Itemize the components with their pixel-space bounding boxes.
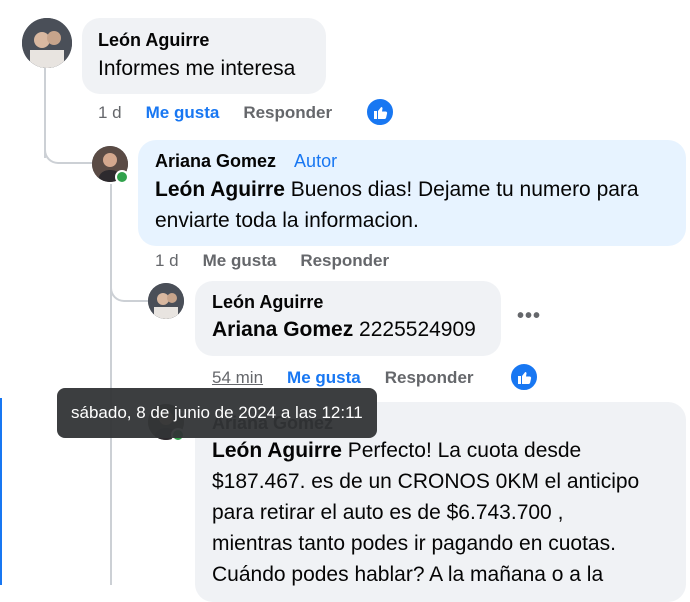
comment-text: Informes me interesa: [98, 57, 296, 80]
online-status-icon: [115, 170, 129, 184]
comment-author[interactable]: León Aguirre: [212, 292, 484, 313]
comment-timestamp[interactable]: 1 d: [155, 251, 179, 271]
avatar[interactable]: [148, 283, 184, 319]
comment-actions: 54 min Me gusta Responder: [212, 367, 474, 389]
timestamp-tooltip: sábado, 8 de junio de 2024 a las 12:11: [57, 388, 377, 438]
comment-bubble: León Aguirre Ariana Gomez 2225524909: [195, 281, 501, 356]
thread-curve: [110, 270, 150, 302]
mention-link[interactable]: Ariana Gomez: [212, 318, 353, 341]
comment-actions: 1 d Me gusta Responder: [98, 102, 332, 124]
like-button[interactable]: Me gusta: [203, 251, 277, 271]
comment-bubble: León Aguirre Informes me interesa: [82, 18, 326, 94]
comment-text: León Aguirre Perfecto! La cuota desde $1…: [212, 439, 640, 586]
like-button[interactable]: Me gusta: [146, 103, 220, 123]
thread-line: [0, 398, 2, 585]
comment-text: León Aguirre Buenos dias! Dejame tu nume…: [155, 178, 639, 232]
comment-timestamp[interactable]: 54 min: [212, 368, 263, 388]
thread-line: [110, 184, 112, 585]
comment-timestamp[interactable]: 1 d: [98, 103, 122, 123]
comment-actions: 1 d Me gusta Responder: [155, 250, 389, 272]
like-button[interactable]: Me gusta: [287, 368, 361, 388]
comment-author[interactable]: León Aguirre: [98, 30, 310, 51]
mention-link[interactable]: León Aguirre: [212, 439, 342, 462]
thread-curve: [44, 130, 94, 164]
more-options-icon[interactable]: •••: [517, 305, 541, 328]
mention-link[interactable]: León Aguirre: [155, 178, 285, 201]
reply-button[interactable]: Responder: [385, 368, 474, 388]
avatar[interactable]: [22, 18, 72, 68]
like-reaction-icon[interactable]: [365, 97, 395, 127]
reply-button[interactable]: Responder: [243, 103, 332, 123]
like-reaction-icon[interactable]: [509, 362, 539, 392]
author-badge: Autor: [294, 151, 338, 171]
reply-button[interactable]: Responder: [300, 251, 389, 271]
comment-author[interactable]: Ariana Gomez: [155, 151, 276, 172]
comment-text: Ariana Gomez 2225524909: [212, 318, 476, 341]
comment-bubble: Ariana Gomez Autor León Aguirre Buenos d…: [138, 140, 686, 246]
